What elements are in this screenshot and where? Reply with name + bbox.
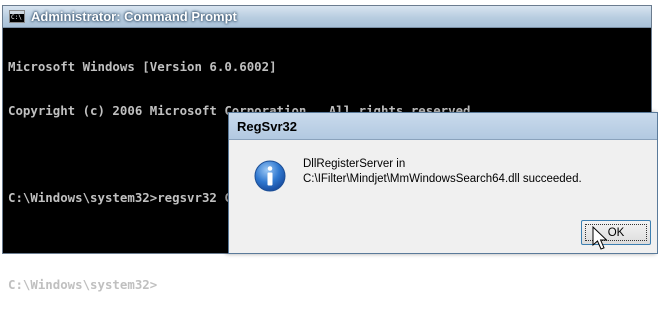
dialog-message-line: DllRegisterServer in	[303, 158, 406, 170]
dialog-message: DllRegisterServer in C:\IFilter\Mindjet\…	[303, 157, 582, 187]
dialog-message-line: C:\IFilter\Mindjet\MmWindowsSearch64.dll…	[303, 173, 582, 185]
command-prompt-icon-text: C:\	[11, 14, 22, 21]
console-line: Microsoft Windows [Version 6.0.6002]	[8, 59, 277, 74]
window-title: Administrator: Command Prompt	[31, 9, 237, 24]
dialog-title: RegSvr32	[237, 118, 297, 134]
mouse-pointer-icon	[592, 226, 608, 250]
dialog-titlebar[interactable]: RegSvr32	[229, 113, 657, 140]
info-icon	[254, 160, 286, 192]
console-prompt-line: C:\Windows\system32>	[8, 276, 158, 292]
command-prompt-titlebar[interactable]: C:\ Administrator: Command Prompt	[3, 6, 651, 28]
command-prompt-icon: C:\	[9, 10, 25, 23]
